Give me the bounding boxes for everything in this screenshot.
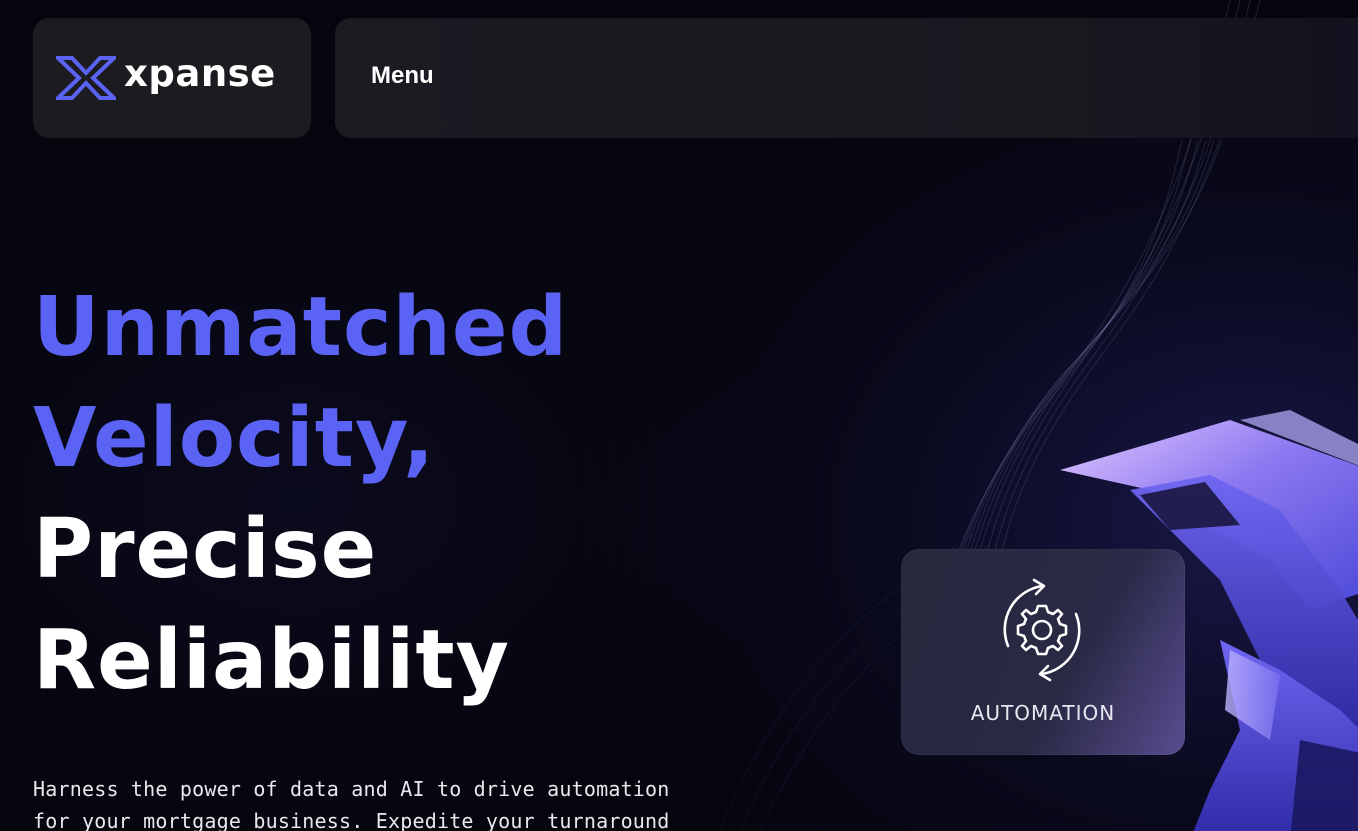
hero-title-line-4: Reliability xyxy=(33,613,510,708)
hero-title-line-2: Velocity, xyxy=(33,391,436,486)
hero-title-line-1: Unmatched xyxy=(33,280,569,375)
top-nav-bar xyxy=(335,18,1358,138)
hero-description: Harness the power of data and AI to driv… xyxy=(33,777,670,831)
brand-wordmark: xpanse xyxy=(124,52,276,95)
hero-title-line-3: Precise xyxy=(33,502,378,597)
page: xpanse Menu Unmatched Velocity, Precise … xyxy=(0,0,1358,831)
gear-cycle-icon xyxy=(1003,578,1081,682)
automation-label: AUTOMATION xyxy=(970,701,1116,725)
x-logo-icon xyxy=(56,56,116,100)
menu-button[interactable]: Menu xyxy=(371,60,434,92)
